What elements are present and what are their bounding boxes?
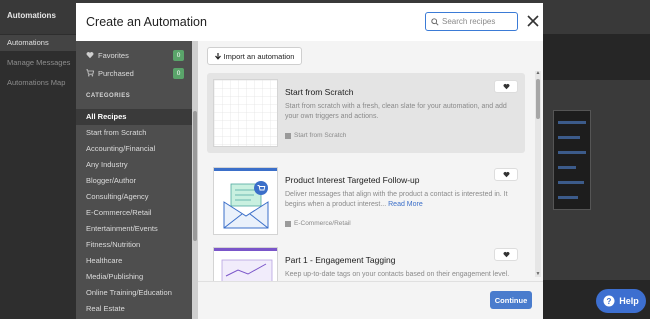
category-entertainment-events[interactable]: Entertainment/Events: [76, 221, 192, 237]
import-automation-label: Import an automation: [223, 51, 295, 61]
modal-title: Create an Automation: [86, 15, 207, 29]
category-real-estate[interactable]: Real Estate: [76, 301, 192, 317]
category-media-publishing[interactable]: Media/Publishing: [76, 269, 192, 285]
app-title: Automations: [7, 11, 56, 20]
question-icon: ?: [603, 295, 615, 307]
heart-icon: [86, 52, 94, 59]
tag-icon: [285, 220, 291, 227]
category-healthcare[interactable]: Healthcare: [76, 253, 192, 269]
recipe-description: Deliver messages that align with the pro…: [285, 191, 508, 208]
favorites-label: Favorites: [98, 50, 129, 60]
create-automation-modal: Create an Automation Favorites 0 Purchas…: [76, 3, 543, 319]
category-accounting-financial[interactable]: Accounting/Financial: [76, 141, 192, 157]
nav-item-automations-map[interactable]: Automations Map: [0, 75, 76, 91]
categories-heading: CATEGORIES: [86, 93, 131, 99]
category-any-industry[interactable]: Any Industry: [76, 157, 192, 173]
category-e-commerce-retail[interactable]: E-Commerce/Retail: [76, 205, 192, 221]
nav-item-automations[interactable]: Automations: [0, 35, 76, 51]
purchased-filter[interactable]: Purchased: [86, 66, 134, 80]
modal-footer: Continue: [198, 281, 543, 319]
cart-icon: [86, 69, 94, 77]
search-input[interactable]: [442, 17, 512, 26]
help-label: Help: [619, 296, 639, 306]
favorite-button[interactable]: [494, 80, 518, 93]
category-fitness-nutrition[interactable]: Fitness/Nutrition: [76, 237, 192, 253]
continue-button[interactable]: Continue: [490, 291, 532, 309]
scratch-grid-thumbnail: [213, 79, 278, 147]
help-button[interactable]: ? Help: [596, 289, 646, 313]
category-sidebar: Favorites 0 Purchased 0 CATEGORIES All R…: [76, 41, 192, 319]
heart-icon: [503, 251, 509, 258]
recipe-title: Part 1 - Engagement Tagging: [285, 255, 396, 265]
recipe-list-scrollbar[interactable]: ▲ ▼: [535, 71, 541, 277]
purchased-count-badge: 0: [173, 68, 184, 79]
category-blogger-author[interactable]: Blogger/Author: [76, 173, 192, 189]
recipe-description: Start from scratch with a fresh, clean s…: [285, 103, 507, 120]
recipe-tag: E-Commerce/Retail: [285, 220, 351, 227]
search-box[interactable]: [425, 12, 518, 31]
category-all-recipes[interactable]: All Recipes: [76, 109, 192, 125]
import-automation-button[interactable]: Import an automation: [207, 47, 302, 65]
svg-text:?: ?: [607, 297, 612, 306]
category-online-training-education[interactable]: Online Training/Education: [76, 285, 192, 301]
close-icon[interactable]: [526, 14, 540, 28]
purchased-label: Purchased: [98, 68, 134, 78]
recipe-description: Keep up-to-date tags on your contacts ba…: [285, 271, 510, 278]
search-icon: [431, 17, 439, 26]
heart-icon: [503, 171, 509, 178]
recipe-list-panel: Import an automation Start from Scratch …: [198, 41, 543, 319]
nav-item-manage-messages[interactable]: Manage Messages: [0, 55, 76, 71]
recipe-tag-label: Start from Scratch: [294, 132, 347, 139]
category-start-from-scratch[interactable]: Start from Scratch: [76, 125, 192, 141]
tag-icon: [285, 132, 291, 139]
category-consulting-agency[interactable]: Consulting/Agency: [76, 189, 192, 205]
favorite-button[interactable]: [494, 248, 518, 261]
product-email-thumbnail: [213, 167, 278, 235]
heart-icon: [503, 83, 509, 90]
recipe-title: Start from Scratch: [285, 87, 354, 97]
favorites-filter[interactable]: Favorites: [86, 48, 129, 62]
recipe-tag: Start from Scratch: [285, 132, 346, 139]
recipe-tag-label: E-Commerce/Retail: [294, 220, 351, 227]
favorite-button[interactable]: [494, 168, 518, 181]
favorites-count-badge: 0: [173, 50, 184, 61]
app-sidebar: Automations Manage Messages Automations …: [0, 34, 76, 319]
read-more-link[interactable]: Read More: [388, 201, 423, 208]
recipe-card-start-from-scratch[interactable]: Start from Scratch Start from scratch wi…: [207, 73, 525, 153]
recipe-card-product-interest[interactable]: Product Interest Targeted Follow-up Deli…: [207, 161, 525, 241]
automation-map-preview: [553, 110, 591, 210]
recipe-title: Product Interest Targeted Follow-up: [285, 175, 420, 185]
download-icon: [214, 52, 221, 60]
